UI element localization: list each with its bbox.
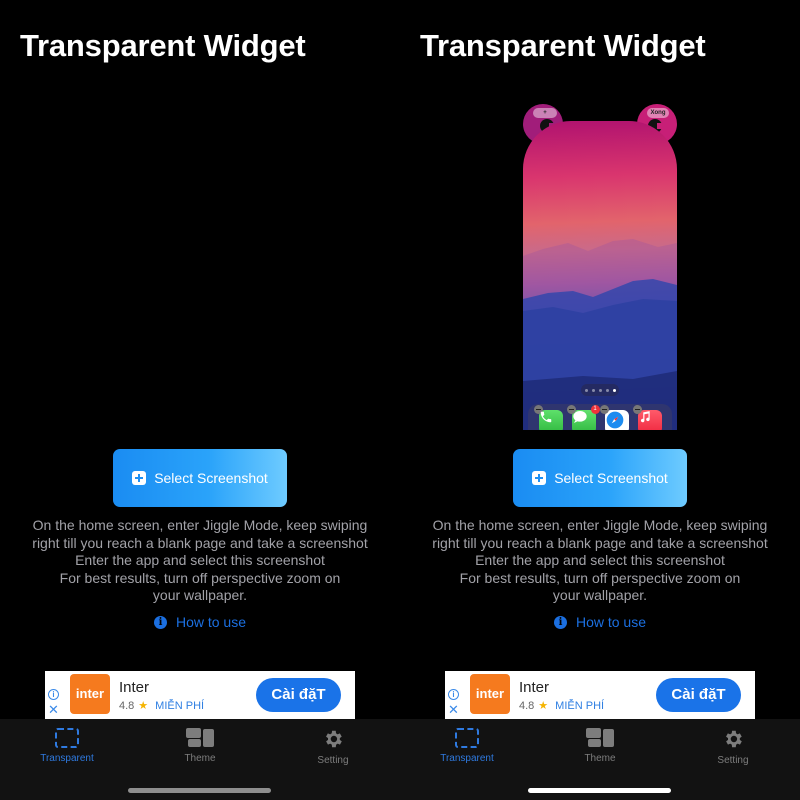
instructions: On the home screen, enter Jiggle Mode, k… — [400, 517, 800, 605]
messages-app-icon: 1 — [566, 405, 600, 430]
tab-theme[interactable]: Theme — [160, 728, 240, 764]
plus-icon — [132, 471, 147, 485]
page-dot — [605, 388, 609, 392]
page-title: Transparent Widget — [420, 28, 706, 63]
tab-bar: Transparent Theme Setting — [400, 719, 800, 800]
star-icon: ★ — [138, 700, 149, 712]
theme-icon — [186, 728, 214, 748]
instruction-line: your wallpaper. — [552, 587, 648, 603]
tab-label: Theme — [184, 753, 216, 764]
add-widget-button: + — [533, 108, 557, 118]
tab-label: Setting — [317, 755, 349, 766]
instruction-line: right till you reach a blank page and ta… — [432, 534, 768, 551]
tab-label: Theme — [584, 753, 616, 764]
ad-banner[interactable]: i ✕ inter Inter 4.8 ★ MIỄN PHÍ Cài đặT — [45, 671, 355, 719]
music-app-icon — [632, 405, 662, 430]
instruction-line: On the home screen, enter Jiggle Mode, k… — [32, 517, 368, 533]
notification-badge: 1 — [590, 405, 600, 414]
select-screenshot-label: Select Screenshot — [154, 470, 268, 486]
ad-close-icon[interactable]: ✕ — [448, 703, 459, 717]
ad-app-logo: inter — [470, 674, 510, 714]
wallpaper-preview: 1 — [523, 121, 677, 430]
ad-price: MIỄN PHÍ — [555, 700, 605, 712]
page-dots — [581, 384, 619, 396]
select-screenshot-label: Select Screenshot — [554, 470, 668, 486]
instruction-line: your wallpaper. — [152, 587, 248, 603]
instructions: On the home screen, enter Jiggle Mode, k… — [0, 517, 400, 605]
ad-app-logo: inter — [70, 674, 110, 714]
tab-label: Transparent — [440, 753, 494, 764]
tab-theme[interactable]: Theme — [560, 728, 640, 764]
ad-install-button[interactable]: Cài đặT — [656, 678, 741, 712]
panel-after: Transparent Widget + Xong 1 Select Scree… — [400, 0, 800, 800]
ad-info-icon[interactable]: i — [48, 689, 59, 700]
instruction-line: Enter the app and select this screenshot — [75, 552, 325, 568]
ad-rating-value: 4.8 — [519, 700, 535, 712]
select-screenshot-button[interactable]: Select Screenshot — [513, 449, 687, 507]
instruction-line: On the home screen, enter Jiggle Mode, k… — [432, 517, 768, 533]
ad-install-button[interactable]: Cài đặT — [256, 678, 341, 712]
how-to-use-label: How to use — [175, 614, 247, 630]
instruction-line: For best results, turn off perspective z… — [459, 569, 741, 586]
star-icon: ★ — [538, 700, 549, 712]
info-icon: i — [553, 615, 567, 629]
dock: 1 — [528, 404, 672, 430]
select-screenshot-button[interactable]: Select Screenshot — [113, 449, 287, 507]
how-to-use-label: How to use — [575, 614, 647, 630]
ad-info-icon[interactable]: i — [448, 689, 459, 700]
home-indicator[interactable] — [128, 788, 271, 793]
instruction-line: Enter the app and select this screenshot — [475, 552, 725, 568]
instruction-line: For best results, turn off perspective z… — [59, 569, 341, 586]
instruction-line: right till you reach a blank page and ta… — [32, 534, 368, 551]
tab-transparent[interactable]: Transparent — [427, 728, 507, 764]
panel-before: Transparent Widget Select Screenshot On … — [0, 0, 400, 800]
phone-app-icon — [533, 405, 563, 430]
page-dot — [584, 388, 588, 392]
gear-icon — [726, 730, 742, 748]
ad-rating-value: 4.8 — [119, 700, 135, 712]
page-dot — [598, 388, 602, 392]
tab-transparent[interactable]: Transparent — [27, 728, 107, 764]
done-button: Xong — [647, 108, 669, 118]
screenshot-comparison: Transparent Widget Select Screenshot On … — [0, 0, 800, 800]
ad-close-icon[interactable]: ✕ — [48, 703, 59, 717]
tab-label: Transparent — [40, 753, 94, 764]
ad-app-name: Inter — [119, 679, 150, 696]
ad-banner[interactable]: i ✕ inter Inter 4.8 ★ MIỄN PHÍ Cài đặT — [445, 671, 755, 719]
theme-icon — [586, 728, 614, 748]
page-dot-active — [612, 388, 616, 392]
transparent-icon — [455, 728, 479, 748]
info-icon: i — [153, 615, 167, 629]
home-indicator[interactable] — [528, 788, 671, 793]
page-dot — [591, 388, 595, 392]
tab-label: Setting — [717, 755, 749, 766]
transparent-icon — [55, 728, 79, 748]
gear-icon — [326, 730, 342, 748]
ad-price: MIỄN PHÍ — [155, 700, 205, 712]
plus-icon — [532, 471, 547, 485]
safari-app-icon — [599, 405, 629, 430]
ad-rating: 4.8 ★ MIỄN PHÍ — [119, 699, 204, 712]
ad-app-name: Inter — [519, 679, 550, 696]
how-to-use-link[interactable]: i How to use — [400, 614, 800, 630]
tab-bar: Transparent Theme Setting — [0, 719, 400, 800]
ad-rating: 4.8 ★ MIỄN PHÍ — [519, 699, 604, 712]
page-title: Transparent Widget — [20, 28, 306, 63]
tab-setting[interactable]: Setting — [693, 728, 773, 766]
screenshot-preview[interactable]: + Xong 1 — [523, 104, 677, 430]
tab-setting[interactable]: Setting — [293, 728, 373, 766]
how-to-use-link[interactable]: i How to use — [0, 614, 400, 630]
